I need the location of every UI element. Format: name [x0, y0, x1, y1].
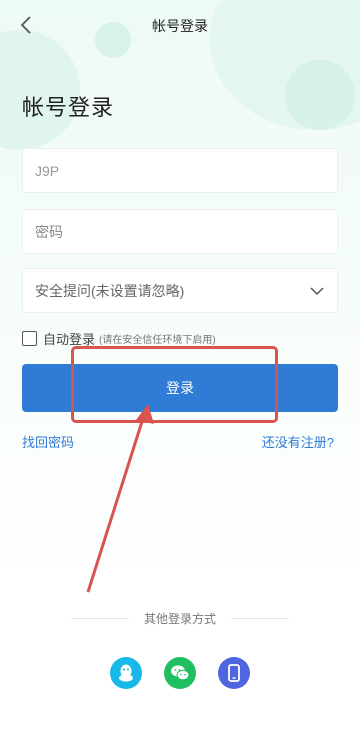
phone-login-button[interactable]: [218, 657, 250, 689]
top-bar: 帐号登录: [0, 0, 360, 50]
decor-circle: [285, 60, 355, 130]
other-login-label: 其他登录方式: [143, 612, 216, 626]
auto-login-checkbox[interactable]: [22, 331, 37, 346]
password-field[interactable]: [22, 209, 338, 254]
register-link[interactable]: 还没有注册?: [262, 432, 334, 451]
password-input[interactable]: [35, 223, 337, 240]
divider-line: [70, 618, 129, 619]
qq-login-button[interactable]: [110, 657, 142, 689]
security-question-value: 安全提问(未设置请忽略): [35, 282, 185, 299]
phone-icon: [228, 664, 240, 682]
security-question-select[interactable]: 安全提问(未设置请忽略): [22, 268, 338, 313]
account-field[interactable]: [22, 148, 338, 193]
social-login-icons: [0, 657, 360, 689]
account-input[interactable]: [35, 162, 337, 179]
qq-icon: [119, 664, 133, 682]
chevron-down-icon: [310, 287, 324, 296]
wechat-login-button[interactable]: [164, 657, 196, 689]
other-login-divider: 其他登录方式: [0, 610, 360, 627]
auto-login-hint: (请在安全信任环境下启用): [99, 335, 216, 346]
divider-line: [231, 618, 289, 619]
header-title: 帐号登录: [152, 18, 208, 34]
highlight-annotation-box: [71, 346, 278, 423]
wechat-icon: [171, 665, 190, 681]
page-title: 帐号登录: [22, 95, 115, 120]
forgot-password-link[interactable]: 找回密码: [22, 432, 74, 451]
